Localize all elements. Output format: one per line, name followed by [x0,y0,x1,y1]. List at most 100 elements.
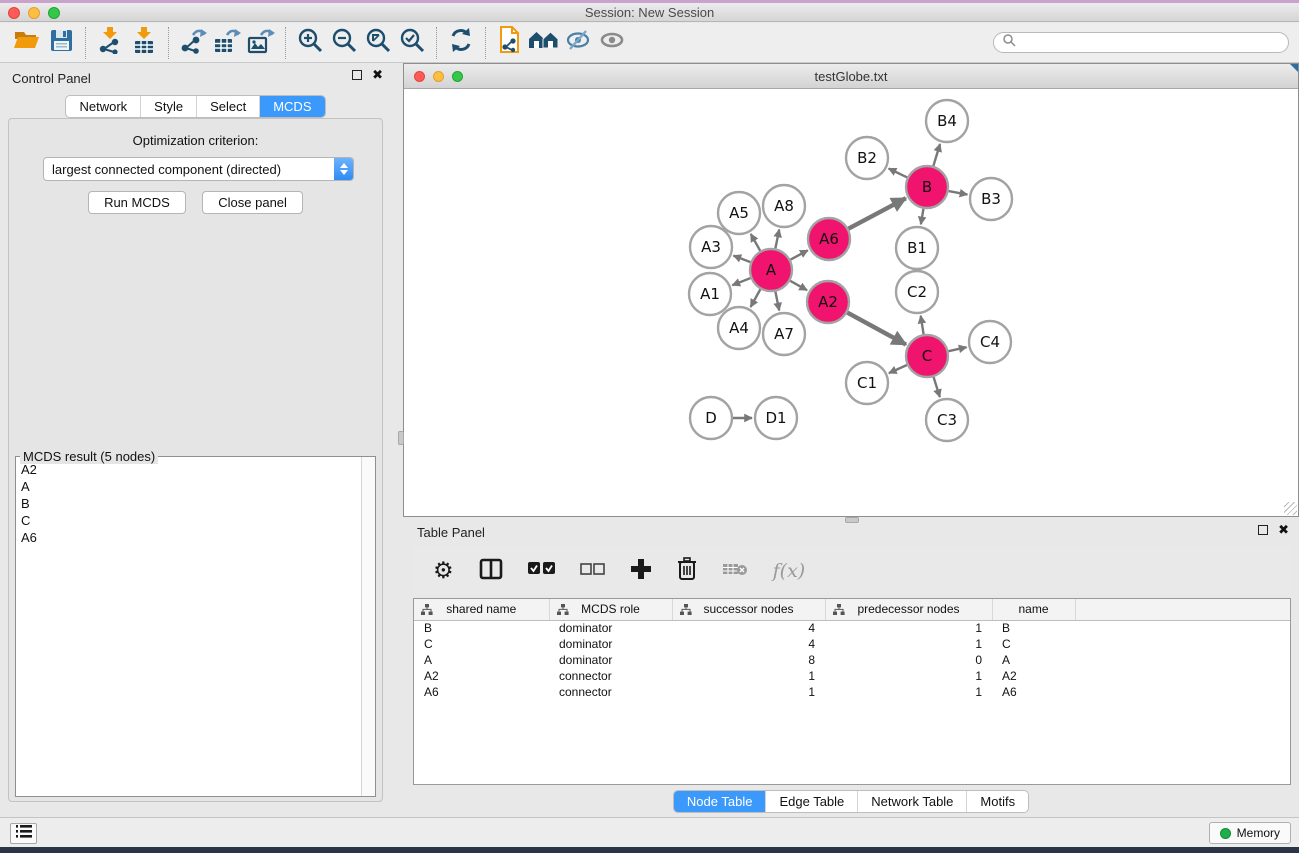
result-item[interactable]: A2 [16,461,361,478]
table-tab-motifs[interactable]: Motifs [966,791,1028,812]
graph-node-A8[interactable]: A8 [763,185,805,227]
new-network-from-selection-button[interactable] [493,26,527,60]
edge-A-A6[interactable] [790,250,807,259]
close-panel-icon[interactable]: ✖ [372,70,383,80]
criterion-select[interactable]: largest connected component (directed) [43,157,354,181]
tab-style[interactable]: Style [140,96,196,117]
function-builder-button[interactable]: f(x) [773,560,806,582]
tab-mcds[interactable]: MCDS [259,96,324,117]
edge-A-A5[interactable] [751,234,760,251]
task-history-button[interactable] [10,823,37,844]
edge-A-A1[interactable] [732,278,750,285]
zoom-fit-button[interactable] [361,26,395,60]
column-header-successor-nodes[interactable]: successor nodes [672,599,825,620]
zoom-in-button[interactable] [293,26,327,60]
apply-layout-button[interactable] [444,26,478,60]
save-session-button[interactable] [44,26,78,60]
edge-C-C1[interactable] [889,365,907,373]
table-row[interactable]: Bdominator41B [414,620,1290,636]
edge-C-C2[interactable] [921,316,924,335]
graph-node-C4[interactable]: C4 [969,321,1011,363]
export-table-button[interactable] [210,26,244,60]
table-settings-button[interactable]: ⚙ [433,560,454,582]
column-header-MCDS-role[interactable]: MCDS role [549,599,672,620]
edge-A-A2[interactable] [790,281,807,290]
edge-B-B3[interactable] [949,191,968,195]
search-input[interactable] [1016,36,1280,50]
node-table[interactable]: shared nameMCDS rolesuccessor nodesprede… [413,598,1291,785]
open-file-button[interactable] [10,26,44,60]
delete-column-button[interactable] [677,557,697,585]
import-table-button[interactable] [127,26,161,60]
column-header-name[interactable]: name [992,599,1075,620]
graph-node-B2[interactable]: B2 [846,137,888,179]
export-image-button[interactable] [244,26,278,60]
result-item[interactable]: A [16,478,361,495]
graph-node-A4[interactable]: A4 [718,307,760,349]
graph-node-B4[interactable]: B4 [926,100,968,142]
close-table-panel-icon[interactable]: ✖ [1278,525,1289,535]
graph-node-C3[interactable]: C3 [926,399,968,441]
result-item[interactable]: B [16,495,361,512]
table-row[interactable]: A6connector11A6 [414,684,1290,700]
network-canvas[interactable]: B4 B2 B B3 A8A5 A6 A3 B1 A C2 A1 A2 A4A7 C4 C C1 D D1 C3 [404,89,1298,516]
run-mcds-button[interactable]: Run MCDS [88,191,186,214]
show-all-button[interactable] [595,26,629,60]
edge-B-B2[interactable] [889,168,908,177]
edge-C-C3[interactable] [934,377,940,397]
show-columns-button[interactable] [479,558,503,585]
edge-B-B1[interactable] [921,209,924,225]
table-row[interactable]: Adominator80A [414,652,1290,668]
close-panel-button[interactable]: Close panel [202,191,303,214]
edge-A-A4[interactable] [751,289,761,307]
result-item[interactable]: C [16,512,361,529]
select-all-columns-button[interactable] [528,562,555,580]
tab-network[interactable]: Network [66,96,140,117]
delete-table-button[interactable] [722,561,748,582]
graph-node-C2[interactable]: C2 [896,271,938,313]
first-neighbors-button[interactable] [527,26,561,60]
float-table-panel-icon[interactable] [1258,525,1268,535]
hide-selected-button[interactable] [561,26,595,60]
tab-select[interactable]: Select [196,96,259,117]
graph-node-A2[interactable]: A2 [807,281,849,323]
graph-node-D[interactable]: D [690,397,732,439]
network-window-titlebar[interactable]: testGlobe.txt [404,64,1298,89]
result-item[interactable]: A6 [16,529,361,546]
column-header-predecessor-nodes[interactable]: predecessor nodes [825,599,992,620]
zoom-out-button[interactable] [327,26,361,60]
edge-A2-C[interactable] [847,313,906,345]
edge-A-A8[interactable] [775,230,779,249]
table-row[interactable]: A2connector11A2 [414,668,1290,684]
graph-node-B1[interactable]: B1 [896,227,938,269]
export-network-button[interactable] [176,26,210,60]
result-scrollbar[interactable] [361,457,375,796]
deselect-all-columns-button[interactable] [580,562,605,580]
graph-node-A7[interactable]: A7 [763,313,805,355]
edge-A-A7[interactable] [775,292,779,311]
table-row[interactable]: Cdominator41C [414,636,1290,652]
graph-node-C[interactable]: C [906,335,948,377]
mcds-result-list[interactable]: A2ABCA6 [16,461,361,796]
graph-node-A1[interactable]: A1 [689,273,731,315]
graph-node-A5[interactable]: A5 [718,192,760,234]
column-header-shared-name[interactable]: shared name [414,599,549,620]
graph-node-A3[interactable]: A3 [690,226,732,268]
edge-A6-B[interactable] [848,198,905,228]
search-field[interactable] [993,32,1289,53]
window-resize-grip[interactable] [1284,502,1297,515]
add-column-button[interactable] [630,558,652,585]
table-tab-node-table[interactable]: Node Table [674,791,766,812]
graph-node-A[interactable]: A [750,249,792,291]
graph-node-D1[interactable]: D1 [755,397,797,439]
zoom-selected-button[interactable] [395,26,429,60]
table-tab-edge-table[interactable]: Edge Table [765,791,857,812]
float-panel-icon[interactable] [352,70,362,80]
memory-button[interactable]: Memory [1209,822,1291,844]
graph-node-B3[interactable]: B3 [970,178,1012,220]
vertical-scrollbar-thumb[interactable] [398,431,404,445]
graph-node-A6[interactable]: A6 [808,218,850,260]
graph-node-C1[interactable]: C1 [846,362,888,404]
graph-node-B[interactable]: B [906,166,948,208]
import-network-button[interactable] [93,26,127,60]
